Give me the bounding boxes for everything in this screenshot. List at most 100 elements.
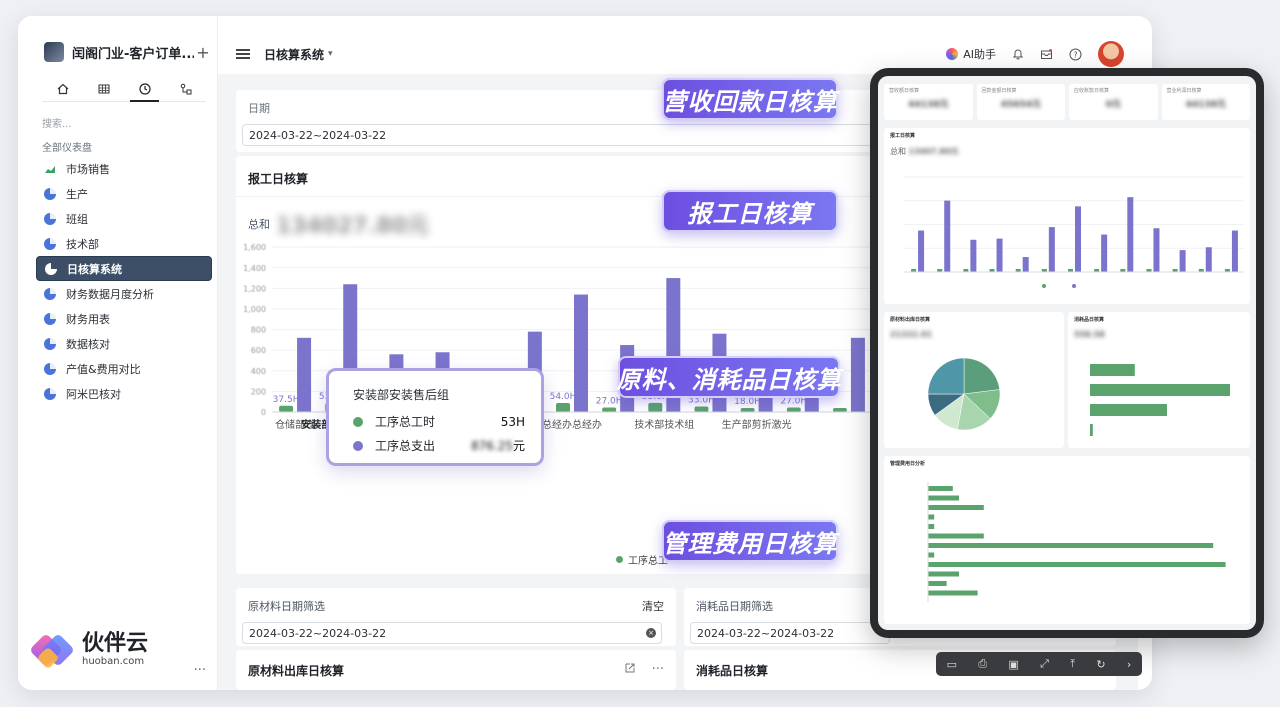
tablet-consumable-title: 消耗品日核算 <box>1074 317 1105 323</box>
tablet-kpi-row: 营收额日核算 44138元 回款金额日核算 45654元 应收账款日核算 0元 营业利润日核… <box>884 84 1250 120</box>
inbox-icon[interactable] <box>1040 48 1053 60</box>
y-tick-label: 200 <box>251 387 266 396</box>
tooltip-hours-label: 工序总工时 <box>375 415 436 429</box>
sidebar-item[interactable]: 生产 <box>36 181 212 206</box>
sidebar-item-label: 阿米巴核对 <box>66 387 121 401</box>
sidebar-item[interactable]: 数据核对 <box>36 331 212 356</box>
hbar <box>928 552 935 558</box>
workspace-title[interactable]: 闰阁门业-客户订单... <box>72 43 194 62</box>
hbar <box>928 571 959 577</box>
dashboard-list: 市场销售生产班组 技术部 日核算系统 财务数据月度分析 财务用表 数据核对 产值&费用对比阿… <box>36 156 212 406</box>
pin-top-icon[interactable]: ⤒ <box>1070 657 1075 671</box>
sidebar-item[interactable]: 阿米巴核对 <box>36 381 212 406</box>
legend-cost-dot <box>1072 284 1076 288</box>
bar-cost <box>1048 227 1055 272</box>
sidebar-item[interactable]: 财务用表 <box>36 306 212 331</box>
tablet-kpi: 营业利润日核算 44138元 <box>1161 84 1250 120</box>
page-title[interactable]: 日核算系统 <box>264 46 324 63</box>
raw-filter-label: 原材料日期筛选 <box>248 600 325 613</box>
hbar <box>928 505 984 510</box>
sidebar-item[interactable]: 技术部 <box>36 231 212 256</box>
bar-hours <box>279 405 294 412</box>
consumable-date-input[interactable]: 2024-03-22~2024-03-22 <box>690 622 890 644</box>
bar-hours <box>556 403 570 412</box>
tab-table[interactable] <box>83 76 124 101</box>
tablet-consumable-card: 消耗品日核算 558.58 <box>1068 312 1250 448</box>
refresh-icon[interactable]: ↻ <box>1096 658 1105 671</box>
sidebar-item[interactable]: 财务数据月度分析 <box>36 281 212 306</box>
workspace-logo <box>44 42 64 62</box>
bar-cost <box>1075 206 1081 272</box>
avatar[interactable] <box>1098 41 1124 67</box>
sidebar-item[interactable]: 班组 <box>36 206 212 231</box>
sidebar-item-label: 生产 <box>66 187 88 201</box>
tablet-kpi-label: 营业利润日核算 <box>1166 88 1202 94</box>
bar-hours <box>648 402 663 412</box>
chart-legend[interactable]: 工序总工 <box>616 552 668 567</box>
raw-filter-clear[interactable]: 清空 <box>642 598 664 614</box>
callout-materials: 原料、消耗品日核算 <box>617 356 841 398</box>
hbar <box>928 543 1214 548</box>
total-label: 总和 <box>248 218 270 231</box>
tab-home[interactable] <box>42 76 83 101</box>
hbar <box>928 590 978 596</box>
y-tick-label: 1,400 <box>243 264 266 273</box>
callout-report: 报工日核算 <box>662 190 838 232</box>
layout-icon[interactable]: ▣ <box>1008 658 1018 671</box>
sidebar-item[interactable]: 市场销售 <box>36 156 212 181</box>
tablet-kpi-label: 回款金额日核算 <box>981 88 1017 94</box>
more-icon[interactable]: ... <box>194 659 206 674</box>
consumable-card-title: 消耗品日核算 <box>696 664 769 678</box>
hbar <box>928 533 984 539</box>
y-tick-label: 800 <box>251 326 266 335</box>
tablet-kpi: 应收账款日核算 0元 <box>1069 84 1158 120</box>
hbar <box>928 524 935 529</box>
date-range-input[interactable]: 2024-03-22~2024-03-22 <box>242 124 882 146</box>
tooltip-hours-dot <box>353 416 363 427</box>
print-icon[interactable]: ⎙ <box>978 657 987 671</box>
chevron-right-icon[interactable]: › <box>1127 658 1131 671</box>
sidebar-item[interactable]: 日核算系统 <box>36 256 212 281</box>
tab-dashboard[interactable] <box>124 76 165 102</box>
add-icon[interactable]: + <box>194 43 212 62</box>
tooltip-cost-amount: 876.25 <box>470 439 513 453</box>
ai-assistant-button[interactable]: AI助手 <box>946 46 996 62</box>
expand-icon[interactable]: ⤢ <box>1040 657 1049 671</box>
bar-cost <box>1231 230 1238 272</box>
callout-management: 管理费用日核算 <box>662 520 838 562</box>
clear-icon[interactable]: × <box>646 628 656 638</box>
pie-chart-icon <box>44 387 56 400</box>
pie-slice <box>963 357 1000 395</box>
sidebar-item[interactable]: 产值&费用对比 <box>36 356 212 381</box>
bar-cost <box>1127 197 1134 272</box>
workspace-header[interactable]: 闰阁门业-客户订单... + <box>44 40 212 64</box>
pie-chart-icon <box>44 187 56 200</box>
trend-chart-icon <box>44 163 56 175</box>
tablet-kpi-value: 45654元 <box>1000 100 1041 110</box>
raw-date-input[interactable]: 2024-03-22~2024-03-22 <box>242 622 662 644</box>
data-label: 18.0H <box>734 397 761 407</box>
hbar <box>1090 404 1167 416</box>
sidebar-nav-tabs <box>42 76 206 102</box>
menu-toggle-icon[interactable] <box>236 49 250 59</box>
sidebar-search[interactable]: 搜索... <box>42 115 72 130</box>
tablet-kpi-label: 应收账款日核算 <box>1074 88 1110 94</box>
data-label: 27.0H <box>780 397 807 407</box>
tab-workflow[interactable] <box>165 76 206 101</box>
ai-assistant-label: AI助手 <box>963 48 996 61</box>
expand-icon[interactable] <box>624 662 636 674</box>
hbar <box>928 581 947 586</box>
bar-cost <box>1205 247 1212 272</box>
y-tick-label: 600 <box>251 346 266 355</box>
help-icon[interactable]: ? <box>1069 48 1082 61</box>
bell-icon[interactable] <box>1012 48 1024 60</box>
tablet-raw-title: 原材料出库日核算 <box>890 317 931 323</box>
fullscreen-icon[interactable]: ▭ <box>947 658 957 671</box>
tablet-preview: 营收额日核算 44138元 回款金额日核算 45654元 应收账款日核算 0元 营业利润日核… <box>870 68 1264 638</box>
tooltip-row-hours: 工序总工时 53H <box>353 413 525 430</box>
brand-mark-icon <box>29 630 75 670</box>
chevron-down-icon[interactable]: ▾ <box>328 49 333 59</box>
raw-filter-card: 原材料日期筛选 清空 2024-03-22~2024-03-22 × <box>236 588 676 646</box>
more-icon[interactable]: ... <box>652 658 664 673</box>
bar-hours <box>694 406 709 412</box>
